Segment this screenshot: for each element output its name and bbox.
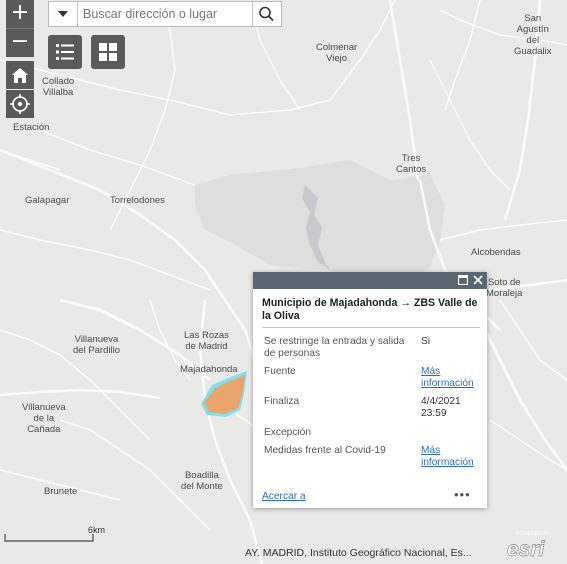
search-source-dropdown[interactable] bbox=[49, 2, 78, 26]
place-label: Collado Villalba bbox=[42, 76, 75, 98]
more-actions-button[interactable]: ••• bbox=[454, 488, 471, 501]
field-label: Excepción bbox=[264, 427, 312, 438]
maximize-icon[interactable] bbox=[458, 275, 468, 285]
locate-icon bbox=[10, 94, 30, 114]
place-label: Soto de Moraleja bbox=[486, 277, 523, 299]
place-label: Brunete bbox=[44, 486, 78, 497]
place-label: Tres Cantos bbox=[396, 153, 427, 175]
place-label: Boadilla del Monte bbox=[181, 470, 223, 492]
place-label: Colmenar Viejo bbox=[316, 42, 358, 64]
map-view[interactable]: Collado Villalba Estación Colmenar Viejo… bbox=[0, 0, 567, 564]
place-label: Majadahonda bbox=[180, 364, 238, 375]
close-icon[interactable] bbox=[473, 275, 483, 285]
search-widget bbox=[48, 1, 282, 27]
field-value: 4/4/2021 23:59 bbox=[421, 396, 461, 419]
popup-header bbox=[253, 272, 487, 289]
field-label: Finaliza bbox=[264, 396, 300, 407]
attribution[interactable]: AY. MADRID, Instituto Geográfico Naciona… bbox=[245, 546, 507, 560]
field-label: Se restringe la entrada y salida de pers… bbox=[264, 336, 405, 359]
field-value: Más información bbox=[421, 366, 487, 390]
zoom-out-button[interactable]: − bbox=[6, 28, 34, 57]
place-label: Villanueva del Pardillo bbox=[73, 334, 120, 356]
field-value: Más información bbox=[421, 445, 487, 469]
list-icon bbox=[56, 44, 74, 60]
more-info-link[interactable]: Más información bbox=[421, 445, 474, 468]
field-label: Medidas frente al Covid-19 bbox=[264, 445, 386, 456]
home-button[interactable] bbox=[6, 61, 34, 89]
caret-down-icon bbox=[58, 11, 68, 17]
search-icon bbox=[259, 6, 274, 22]
popup-title: Municipio de Majadahonda → ZBS Valle de … bbox=[262, 297, 478, 322]
more-info-link[interactable]: Más información bbox=[421, 366, 474, 389]
zoom-to-link[interactable]: Acercar a bbox=[262, 491, 306, 502]
place-label: Villanueva de la Cañada bbox=[22, 402, 66, 435]
place-label: Alcobendas bbox=[471, 247, 521, 258]
home-icon bbox=[12, 68, 28, 83]
place-label: Galapagar bbox=[25, 195, 70, 206]
zoom-in-button[interactable]: + bbox=[6, 0, 34, 28]
svg-text:esri: esri bbox=[507, 538, 546, 561]
locate-button[interactable] bbox=[6, 90, 34, 118]
field-label: Fuente bbox=[264, 366, 296, 377]
search-input[interactable] bbox=[83, 4, 247, 24]
scale-label: 6km bbox=[88, 525, 106, 535]
place-label: Torrelodones bbox=[110, 195, 165, 206]
esri-logo-icon: POWERED BY esri bbox=[507, 531, 551, 561]
place-label: Estación bbox=[13, 122, 50, 133]
grid-icon bbox=[99, 43, 117, 61]
svg-text:POWERED BY: POWERED BY bbox=[516, 531, 551, 537]
field-value: Si bbox=[421, 336, 431, 347]
search-button[interactable] bbox=[252, 2, 281, 26]
legend-button[interactable] bbox=[48, 35, 82, 69]
place-label: San Agustín del Guadalix bbox=[514, 13, 552, 57]
feature-popup: Municipio de Majadahonda → ZBS Valle de … bbox=[253, 272, 487, 508]
divider bbox=[262, 327, 480, 328]
place-label: Las Rozas de Madrid bbox=[184, 330, 229, 352]
esri-logo: POWERED BY esri bbox=[503, 529, 563, 561]
basemap-gallery-button[interactable] bbox=[91, 35, 125, 69]
